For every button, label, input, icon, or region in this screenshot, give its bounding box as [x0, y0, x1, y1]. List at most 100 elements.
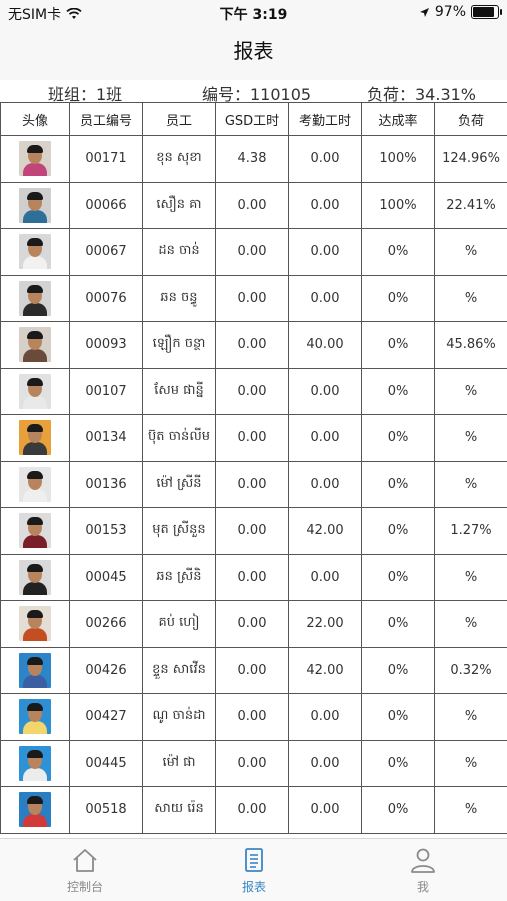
- gsd-hours-cell: 0.00: [216, 601, 289, 648]
- table-row[interactable]: 00076ឆន ចន្ធូ0.000.000%%: [1, 275, 507, 322]
- table-row[interactable]: 00136ម៉ៅ ស្រីនី0.000.000%%: [1, 461, 507, 508]
- tab-me[interactable]: 我: [373, 847, 473, 895]
- avatar-hair: [27, 657, 43, 665]
- avatar: [19, 653, 51, 688]
- load-cell: %: [435, 275, 507, 322]
- employee-id-cell: 00045: [70, 554, 143, 601]
- attendance-hours-cell: 42.00: [289, 647, 362, 694]
- attendance-hours-cell: 0.00: [289, 136, 362, 183]
- achievement-rate-cell: 0%: [362, 647, 435, 694]
- attendance-hours-cell: 42.00: [289, 508, 362, 555]
- gsd-hours-cell: 0.00: [216, 694, 289, 741]
- employee-id-cell: 00445: [70, 740, 143, 787]
- avatar-cell: [1, 275, 70, 322]
- attendance-hours-cell: 0.00: [289, 182, 362, 229]
- gsd-hours-cell: 0.00: [216, 554, 289, 601]
- load-cell: %: [435, 694, 507, 741]
- avatar-hair: [27, 750, 43, 758]
- table-row[interactable]: 00067ដន ចាន់0.000.000%%: [1, 229, 507, 276]
- achievement-rate-cell: 0%: [362, 368, 435, 415]
- avatar: [19, 467, 51, 502]
- report-table-scroll[interactable]: 头像员工编号员工GSD工时考勤工时达成率负荷 00171ខុន សុខា4.38…: [0, 102, 507, 838]
- page-title: 报表: [234, 39, 274, 63]
- avatar-body: [23, 814, 47, 827]
- tab-dashboard[interactable]: 控制台: [35, 847, 135, 895]
- avatar-hair: [27, 331, 43, 339]
- avatar: [19, 560, 51, 595]
- employee-name-cell: ម៉ៅ ផា: [143, 740, 216, 787]
- attendance-hours-cell: 0.00: [289, 368, 362, 415]
- achievement-rate-cell: 0%: [362, 601, 435, 648]
- table-row[interactable]: 00518សាយ រ៉េន0.000.000%%: [1, 787, 507, 834]
- gsd-hours-cell: 0.00: [216, 461, 289, 508]
- achievement-rate-cell: 0%: [362, 787, 435, 834]
- achievement-rate-cell: 0%: [362, 415, 435, 462]
- avatar-hair: [27, 145, 43, 153]
- avatar: [19, 327, 51, 362]
- table-row[interactable]: 00153មុត ស្រីនួន0.0042.000%1.27%: [1, 508, 507, 555]
- employee-id-cell: 00066: [70, 182, 143, 229]
- employee-id-cell: 00107: [70, 368, 143, 415]
- employee-name-cell: ណូ ចាន់ដា: [143, 694, 216, 741]
- table-row[interactable]: 00426ខ្ទួន សាវើន0.0042.000%0.32%: [1, 647, 507, 694]
- report-summary: 班组：1班 编号：110105 负荷：34.31%: [0, 80, 507, 102]
- table-row[interactable]: 00445ម៉ៅ ផា0.000.000%%: [1, 740, 507, 787]
- report-icon: [240, 847, 268, 873]
- avatar-cell: [1, 322, 70, 369]
- employee-name-cell: សាយ រ៉េន: [143, 787, 216, 834]
- table-row[interactable]: 00134ប៊ុត ចាន់លីម0.000.000%%: [1, 415, 507, 462]
- employee-name-cell: ប៊ុត ចាន់លីម: [143, 415, 216, 462]
- avatar-cell: [1, 229, 70, 276]
- gsd-hours-cell: 0.00: [216, 229, 289, 276]
- table-row[interactable]: 00107សែម ផាន្នី0.000.000%%: [1, 368, 507, 415]
- table-row[interactable]: 00427ណូ ចាន់ដា0.000.000%%: [1, 694, 507, 741]
- achievement-rate-cell: 100%: [362, 182, 435, 229]
- tab-report[interactable]: 报表: [204, 847, 304, 895]
- avatar: [19, 792, 51, 827]
- table-row[interactable]: 00093ឡឿក ចន្ថា0.0040.000%45.86%: [1, 322, 507, 369]
- avatar-hair: [27, 192, 43, 200]
- column-header: 考勤工时: [289, 103, 362, 136]
- employee-name-cell: ដន ចាន់: [143, 229, 216, 276]
- avatar: [19, 746, 51, 781]
- gsd-hours-cell: 0.00: [216, 322, 289, 369]
- avatar-body: [23, 349, 47, 362]
- column-header: 员工编号: [70, 103, 143, 136]
- avatar-body: [23, 768, 47, 781]
- gsd-hours-cell: 4.38: [216, 136, 289, 183]
- gsd-hours-cell: 0.00: [216, 508, 289, 555]
- attendance-hours-cell: 40.00: [289, 322, 362, 369]
- avatar-hair: [27, 796, 43, 804]
- achievement-rate-cell: 0%: [362, 508, 435, 555]
- table-row[interactable]: 00266គប់ ហៀ0.0022.000%%: [1, 601, 507, 648]
- employee-name-cell: សែម ផាន្នី: [143, 368, 216, 415]
- employee-name-cell: ឡឿក ចន្ថា: [143, 322, 216, 369]
- attendance-hours-cell: 0.00: [289, 787, 362, 834]
- avatar-body: [23, 721, 47, 734]
- avatar-cell: [1, 415, 70, 462]
- avatar: [19, 699, 51, 734]
- avatar-cell: [1, 787, 70, 834]
- table-row[interactable]: 00171ខុន សុខា4.380.00100%124.96%: [1, 136, 507, 183]
- avatar: [19, 234, 51, 269]
- battery-fill: [473, 7, 494, 17]
- attendance-hours-cell: 0.00: [289, 740, 362, 787]
- employee-name-cell: ឆន ស្រីនិ: [143, 554, 216, 601]
- load-cell: 0.32%: [435, 647, 507, 694]
- tab-dashboard-label: 控制台: [35, 878, 135, 895]
- gsd-hours-cell: 0.00: [216, 275, 289, 322]
- table-row[interactable]: 00045ឆន ស្រីនិ0.000.000%%: [1, 554, 507, 601]
- table-row[interactable]: 00066សឿន គា0.000.00100%22.41%: [1, 182, 507, 229]
- attendance-hours-cell: 0.00: [289, 554, 362, 601]
- avatar-body: [23, 396, 47, 409]
- load-cell: %: [435, 368, 507, 415]
- achievement-rate-cell: 0%: [362, 322, 435, 369]
- location-arrow-icon: [419, 7, 430, 18]
- employee-id-cell: 00266: [70, 601, 143, 648]
- employee-id-cell: 00136: [70, 461, 143, 508]
- avatar-hair: [27, 238, 43, 246]
- load-cell: %: [435, 229, 507, 276]
- avatar-body: [23, 210, 47, 223]
- employee-id-cell: 00427: [70, 694, 143, 741]
- gsd-hours-cell: 0.00: [216, 740, 289, 787]
